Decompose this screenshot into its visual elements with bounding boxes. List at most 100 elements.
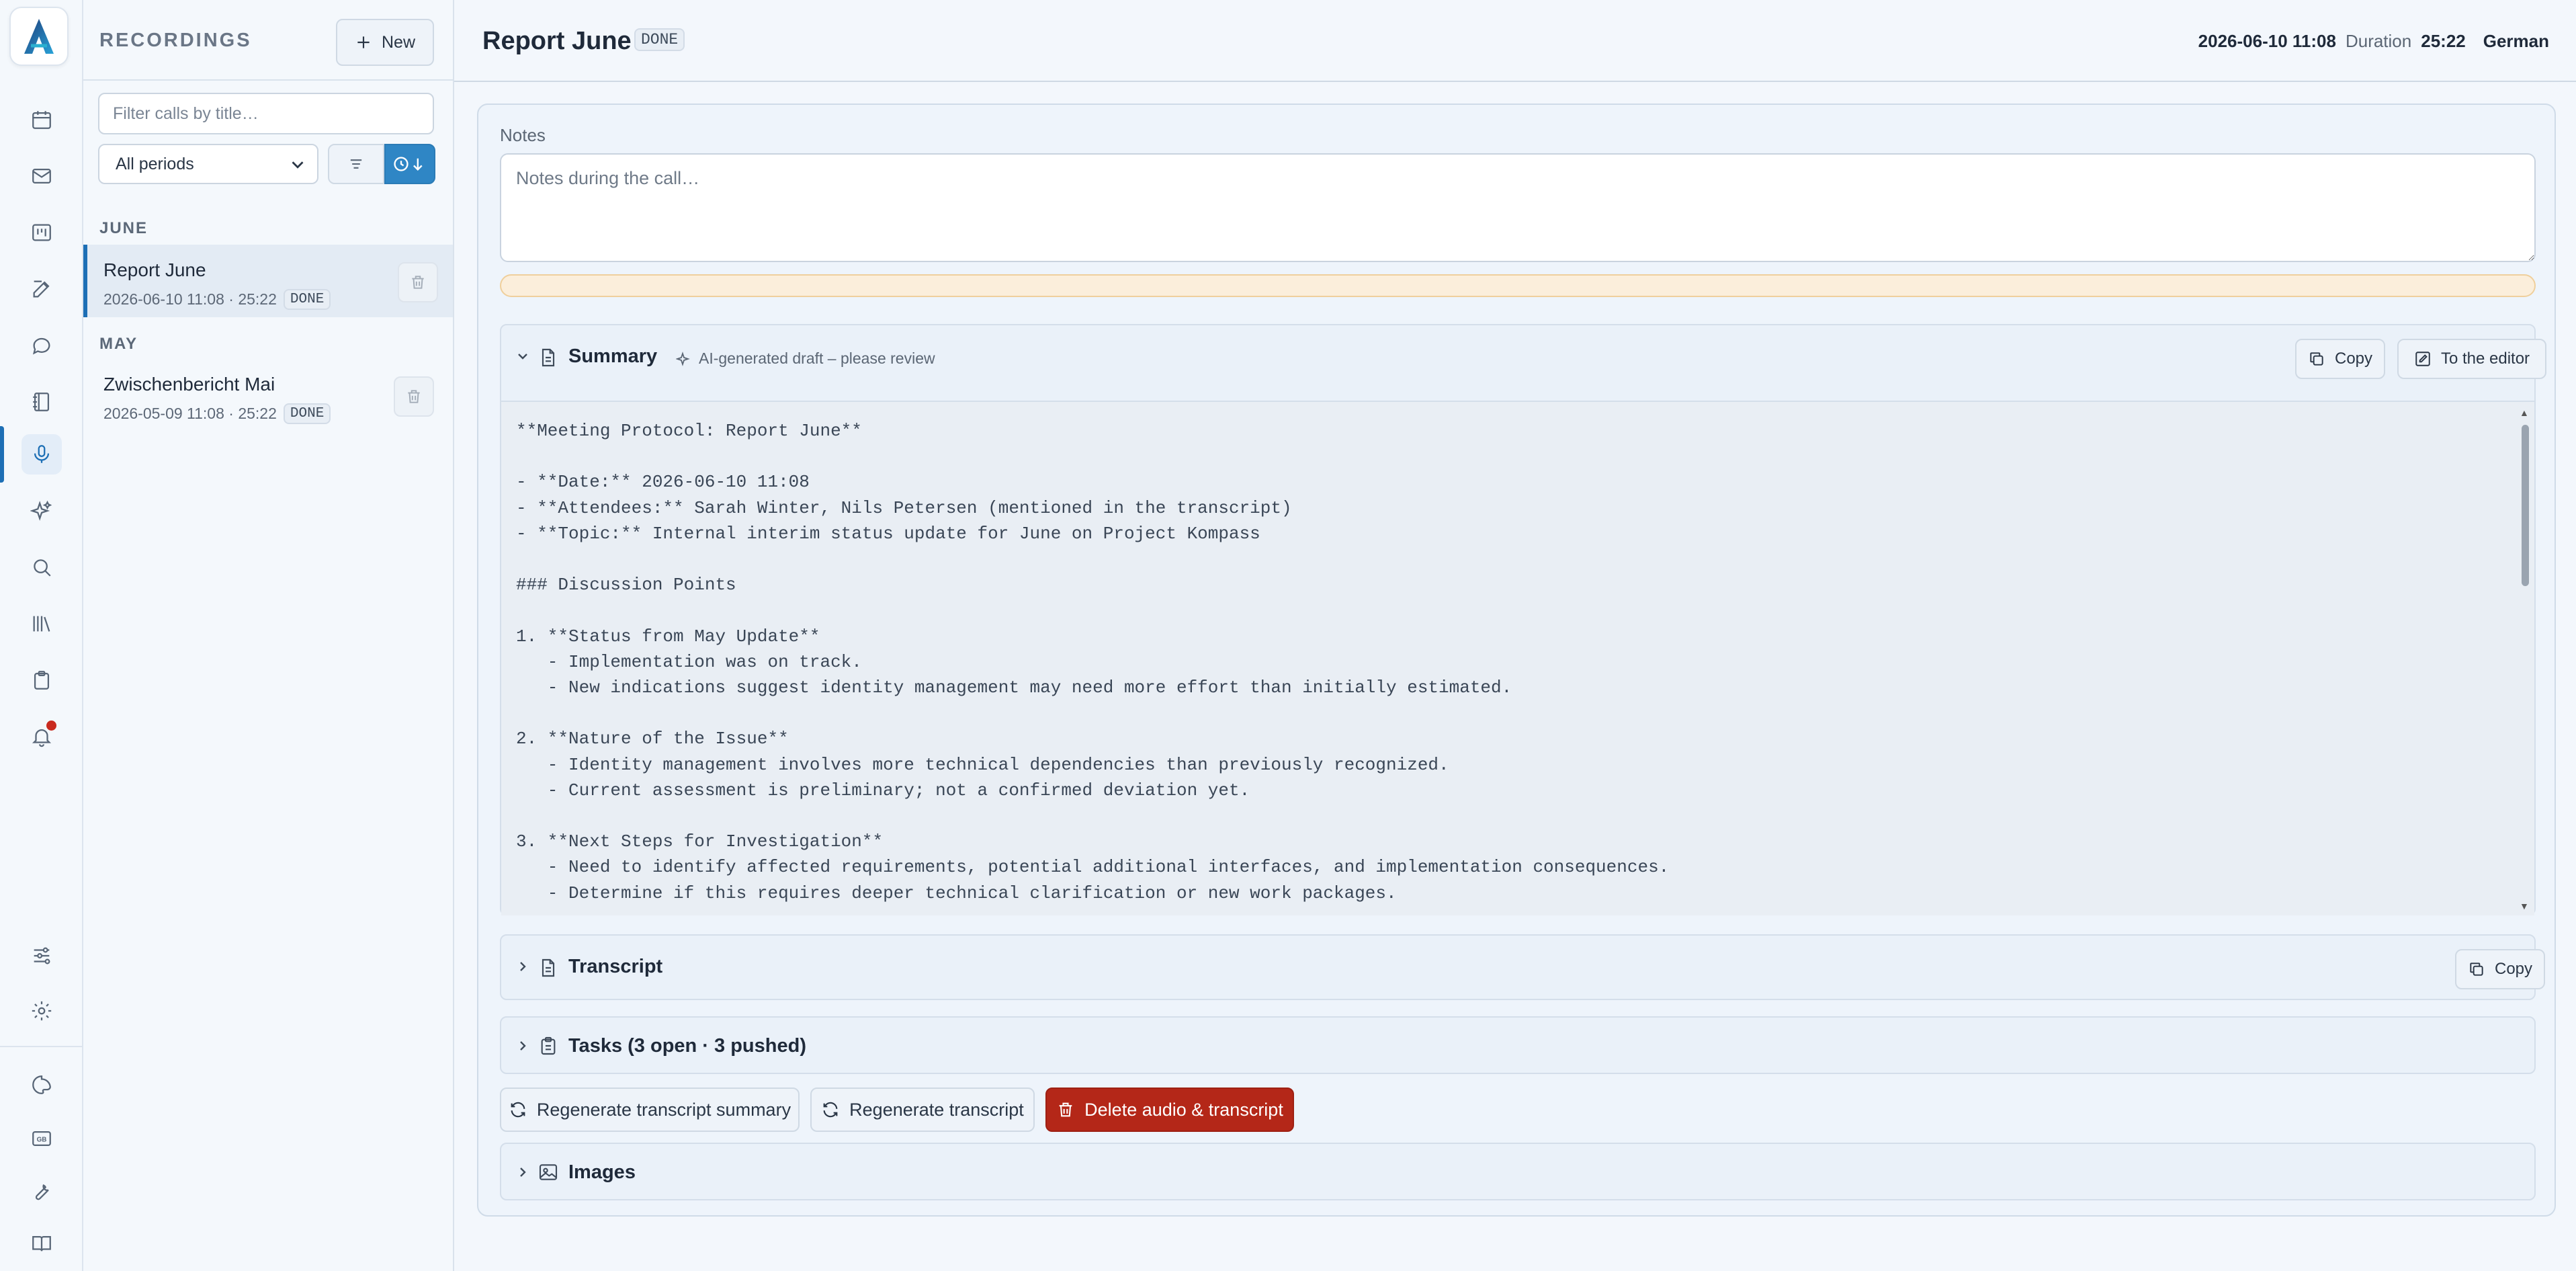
recording-title: Report June <box>103 259 206 280</box>
chevron-down-icon[interactable] <box>515 348 531 364</box>
chat-icon[interactable] <box>22 325 62 366</box>
delete-audio-transcript-label: Delete audio & transcript <box>1084 1099 1283 1120</box>
regenerate-summary-label: Regenerate transcript summary <box>536 1099 791 1120</box>
recording-header: Report June DONE 2026-06-10 11:08 Durati… <box>454 0 2576 82</box>
notes-textarea[interactable] <box>500 153 2536 262</box>
trash-icon <box>1059 1102 1072 1117</box>
calendar-icon[interactable] <box>22 99 62 140</box>
scrollbar-thumb[interactable] <box>2522 425 2529 586</box>
clipboard-icon[interactable] <box>22 660 62 700</box>
microphone-icon[interactable] <box>22 434 62 475</box>
sparkle-icon[interactable] <box>22 491 62 531</box>
recording-datetime: 2026-06-10 11:08 <box>2198 31 2336 51</box>
clipboard-icon <box>541 1036 556 1055</box>
recording-info: 2026-06-10 11:08 Duration 25:22 German <box>2198 31 2549 52</box>
images-section[interactable]: Images <box>500 1143 2536 1200</box>
chevron-down-icon <box>292 161 304 169</box>
notebook-icon[interactable] <box>22 382 62 422</box>
recording-title: Zwischenbericht Mai <box>103 374 275 395</box>
trash-icon <box>412 276 424 289</box>
filter-calls-input[interactable] <box>98 93 434 134</box>
summary-scrollbar[interactable]: ▲ ▼ <box>2520 407 2530 911</box>
to-editor-button[interactable]: To the editor <box>2397 339 2546 379</box>
to-editor-label: To the editor <box>2440 350 2530 368</box>
summary-title: Summary <box>568 345 658 367</box>
tasks-section[interactable]: Tasks (3 open · 3 pushed) <box>500 1016 2536 1074</box>
regenerate-transcript-label: Regenerate transcript <box>849 1099 1024 1120</box>
new-recording-label: New <box>381 32 415 52</box>
mail-icon[interactable] <box>22 156 62 196</box>
image-icon <box>539 1164 558 1180</box>
period-select-value: All periods <box>116 154 194 173</box>
logo-icon <box>24 19 54 54</box>
warning-bar <box>500 274 2536 297</box>
recordings-panel: RECORDINGS New All periods JUNE Report J… <box>83 0 454 1271</box>
plus-icon <box>357 36 370 48</box>
svg-text:GB: GB <box>37 1136 47 1143</box>
summary-content[interactable]: **Meeting Protocol: Report June** - **Da… <box>501 401 2534 915</box>
ai-draft-text: AI-generated draft – please review <box>699 350 935 367</box>
transcript-header[interactable]: Transcript Copy <box>501 936 2545 1001</box>
new-recording-button[interactable]: New <box>336 19 434 66</box>
active-indicator <box>0 426 4 483</box>
delete-audio-transcript-button[interactable]: Delete audio & transcript <box>1045 1088 1294 1132</box>
group-label-may: MAY <box>99 335 138 353</box>
status-badge: DONE <box>283 289 331 310</box>
page-title: Report June <box>482 27 632 55</box>
recordings-header: RECORDINGS New <box>83 0 453 81</box>
period-select[interactable]: All periods <box>98 144 318 184</box>
notes-label: Notes <box>500 125 546 145</box>
refresh-icon <box>511 1102 525 1118</box>
clock-arrow-down-icon <box>394 157 423 171</box>
recordings-title: RECORDINGS <box>99 30 252 51</box>
scroll-up-icon[interactable]: ▲ <box>2520 407 2529 418</box>
book-icon[interactable] <box>22 1223 62 1264</box>
app-logo[interactable] <box>9 7 69 66</box>
search-icon[interactable] <box>22 547 62 587</box>
wrench-icon[interactable] <box>22 1171 62 1211</box>
chevron-right-icon[interactable] <box>515 1038 531 1054</box>
notification-dot <box>46 721 56 731</box>
sliders-icon[interactable] <box>22 936 62 976</box>
gb-icon[interactable]: GB <box>22 1118 62 1159</box>
palette-icon[interactable] <box>22 1065 62 1105</box>
tasks-header[interactable]: Tasks (3 open · 3 pushed) <box>501 1018 2534 1075</box>
regenerate-summary-button[interactable]: Regenerate transcript summary <box>500 1088 800 1132</box>
status-badge: DONE <box>634 28 685 51</box>
bell-icon[interactable] <box>22 716 62 757</box>
document-icon <box>542 958 555 977</box>
board-icon[interactable] <box>22 212 62 253</box>
refresh-icon <box>823 1102 838 1118</box>
icon-rail: GB <box>0 0 83 1271</box>
copy-icon <box>2470 962 2483 976</box>
scroll-down-icon[interactable]: ▼ <box>2520 901 2529 911</box>
duration-value: 25:22 <box>2421 31 2466 51</box>
images-title: Images <box>568 1161 636 1183</box>
sort-by-time-button[interactable] <box>384 144 435 184</box>
library-icon[interactable] <box>22 604 62 644</box>
summary-header[interactable]: Summary AI-generated draft – please revi… <box>501 325 2546 391</box>
recording-meta-text: 2026-06-10 11:08 · 25:22 <box>103 290 277 308</box>
copy-summary-button[interactable]: Copy <box>2295 339 2385 379</box>
images-header[interactable]: Images <box>501 1144 2534 1202</box>
transcript-title: Transcript <box>568 956 663 977</box>
recording-item-report-june[interactable]: Report June 2026-06-10 11:08 · 25:22 DON… <box>83 245 453 317</box>
edit-icon <box>2415 352 2430 366</box>
sort-lines-icon <box>350 159 362 169</box>
copy-icon <box>2310 352 2323 366</box>
gear-icon[interactable] <box>22 991 62 1031</box>
edit-icon[interactable] <box>22 269 62 309</box>
transcript-section[interactable]: Transcript Copy <box>500 934 2545 1001</box>
chevron-right-icon[interactable] <box>515 958 531 975</box>
copy-transcript-button[interactable]: Copy <box>2455 949 2545 989</box>
ai-draft-note: AI-generated draft – please review <box>676 350 935 368</box>
sort-order-button[interactable] <box>328 144 384 184</box>
trash-icon <box>408 390 420 403</box>
delete-recording-button[interactable] <box>394 376 434 417</box>
recording-item-zwischenbericht-mai[interactable]: Zwischenbericht Mai 2026-05-09 11:08 · 2… <box>83 359 453 432</box>
recording-detail-card: Notes Summary AI-generated draft – pleas… <box>477 104 2556 1217</box>
regenerate-transcript-button[interactable]: Regenerate transcript <box>810 1088 1035 1132</box>
chevron-right-icon[interactable] <box>515 1164 531 1180</box>
delete-recording-button[interactable] <box>398 262 438 302</box>
rail-divider <box>0 1046 82 1047</box>
